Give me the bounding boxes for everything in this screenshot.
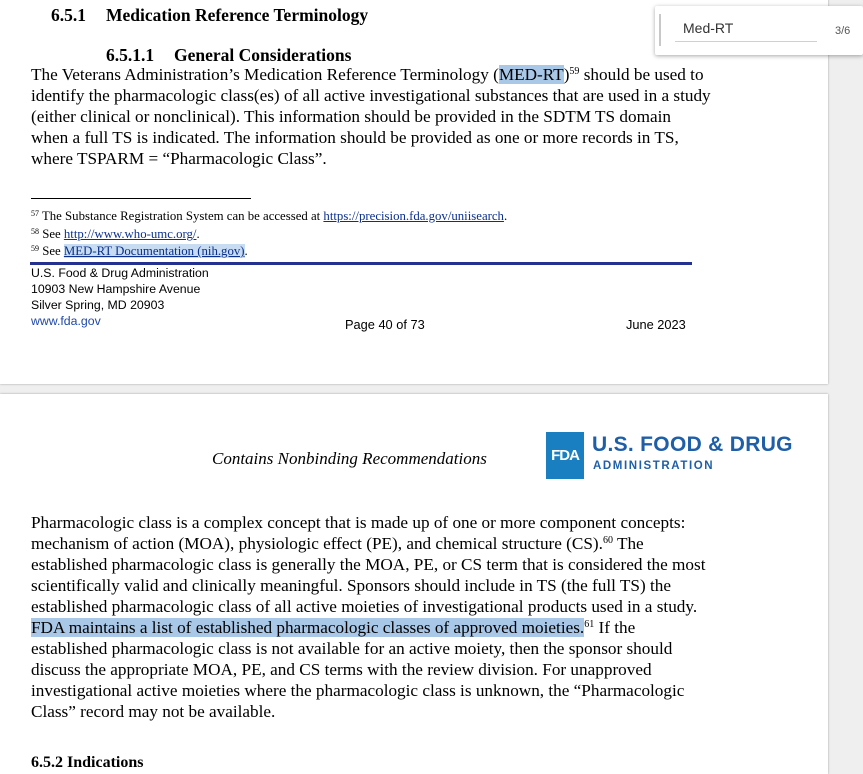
- footnote-ref[interactable]: 61: [584, 619, 594, 630]
- footnote-text: .: [503, 209, 508, 223]
- footnote-59: 59 See MED-RT Documentation (nih.gov).: [31, 243, 248, 259]
- footnote-number: 57: [31, 209, 39, 218]
- para-text: The Veterans Administration’s Medication…: [31, 65, 499, 84]
- body-paragraph: Pharmacologic class is a complex concept…: [31, 512, 711, 722]
- search-highlight: MED-RT: [63, 244, 112, 258]
- next-section-heading: 6.5.2 Indications: [31, 754, 144, 771]
- footnote-text: .: [244, 244, 248, 258]
- footnote-57: 57 The Substance Registration System can…: [31, 208, 507, 224]
- footnote-link[interactable]: http://www.who-umc.org/: [64, 227, 197, 241]
- page-date: June 2023: [626, 317, 686, 332]
- footnote-text: The Substance Registration System can be…: [39, 209, 324, 223]
- subsection-title: General Considerations: [174, 45, 352, 65]
- section-number: 6.5.1: [51, 5, 86, 25]
- section-heading: 6.5.1 Medication Reference Terminology: [51, 5, 368, 26]
- footnote-text: See: [39, 227, 64, 241]
- fda-logo-icon: FDA: [546, 432, 584, 479]
- footnote-number: 59: [31, 244, 39, 253]
- search-highlight: MED-RT: [498, 65, 564, 84]
- subsection-heading: 6.5.1.1 General Considerations: [106, 45, 351, 66]
- body-paragraph: The Veterans Administration’s Medication…: [31, 64, 711, 169]
- find-bar: 3/6: [655, 6, 863, 55]
- section-title: Medication Reference Terminology: [106, 5, 369, 25]
- fda-logo-name: U.S. FOOD & DRUG: [592, 433, 793, 456]
- footnote-link[interactable]: https://precision.fda.gov/uniisearch: [323, 209, 504, 223]
- footnote-number: 58: [31, 227, 39, 236]
- footer-address-line: U.S. Food & Drug Administration: [31, 266, 209, 280]
- selection-highlight: FDA maintains a list of established phar…: [31, 618, 585, 637]
- footer-website-link[interactable]: www.fda.gov: [31, 313, 101, 329]
- page-number: Page 40 of 73: [345, 317, 425, 332]
- footnote-ref[interactable]: 60: [603, 535, 613, 546]
- find-match-count: 3/6: [835, 25, 851, 37]
- para-text: Pharmacologic class is a complex concept…: [31, 513, 686, 553]
- footnote-text: See: [39, 244, 64, 258]
- footnote-text: .: [196, 227, 200, 241]
- footnote-ref[interactable]: 59: [569, 66, 579, 77]
- find-input[interactable]: [675, 14, 817, 42]
- footnote-separator: [31, 198, 251, 199]
- fda-logo-subtitle: ADMINISTRATION: [593, 460, 715, 472]
- footer-address-line: Silver Spring, MD 20903: [31, 298, 165, 312]
- nonbinding-header: Contains Nonbinding Recommendations: [212, 449, 487, 468]
- subsection-number: 6.5.1.1: [106, 45, 155, 65]
- footer-address-line: 10903 New Hampshire Avenue: [31, 282, 201, 296]
- link-text: Documentation (nih.gov): [111, 244, 245, 258]
- footnote-58: 58 See http://www.who-umc.org/.: [31, 226, 200, 242]
- footnote-link[interactable]: MED-RT Documentation (nih.gov): [63, 244, 245, 258]
- find-bar-accent: [659, 14, 661, 46]
